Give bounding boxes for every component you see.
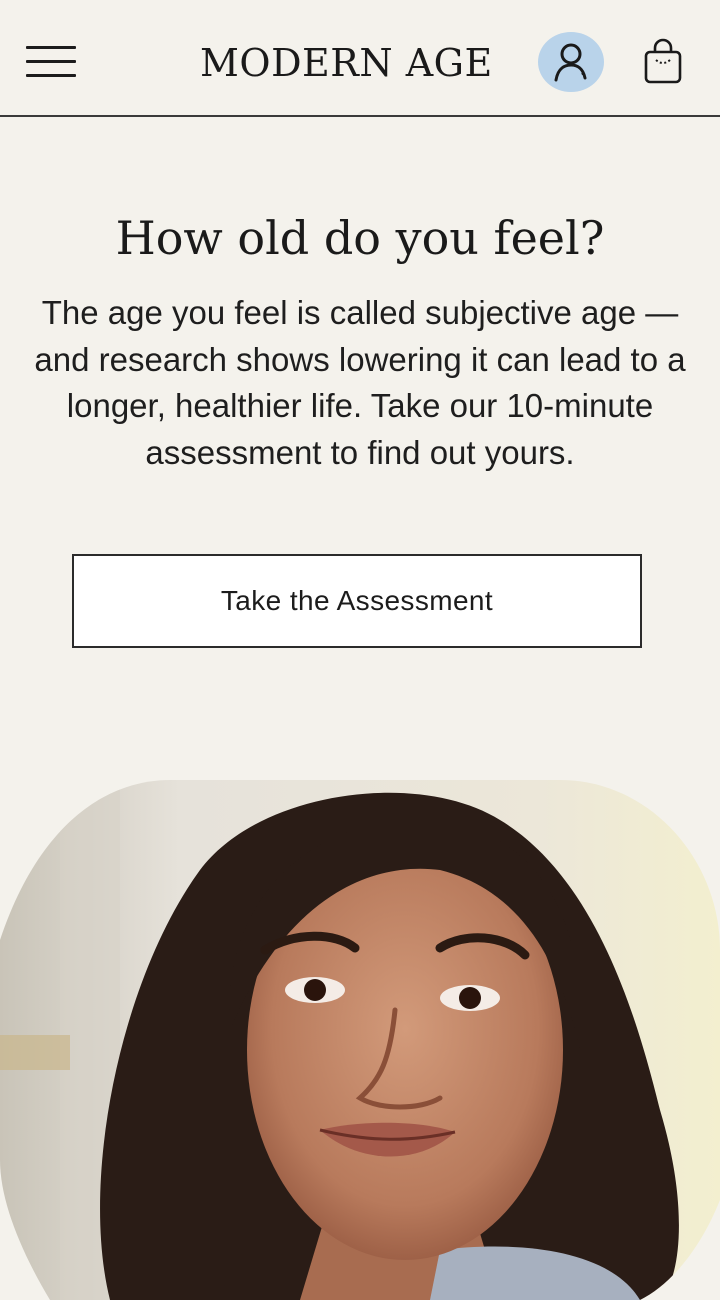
cart-button[interactable] bbox=[642, 38, 684, 86]
intro-paragraph: The age you feel is called subjective ag… bbox=[34, 294, 686, 471]
account-button[interactable] bbox=[538, 32, 604, 92]
take-assessment-button[interactable]: Take the Assessment bbox=[72, 554, 642, 648]
hamburger-menu-icon[interactable] bbox=[26, 44, 76, 80]
hero-portrait-image bbox=[0, 780, 720, 1300]
user-account-icon bbox=[554, 43, 587, 82]
brand-logo[interactable]: MODERN AGE bbox=[200, 38, 516, 88]
page-title: How old do you feel? bbox=[115, 211, 605, 265]
shopping-bag-icon bbox=[644, 38, 682, 84]
site-header: MODERN AGE bbox=[0, 0, 720, 117]
